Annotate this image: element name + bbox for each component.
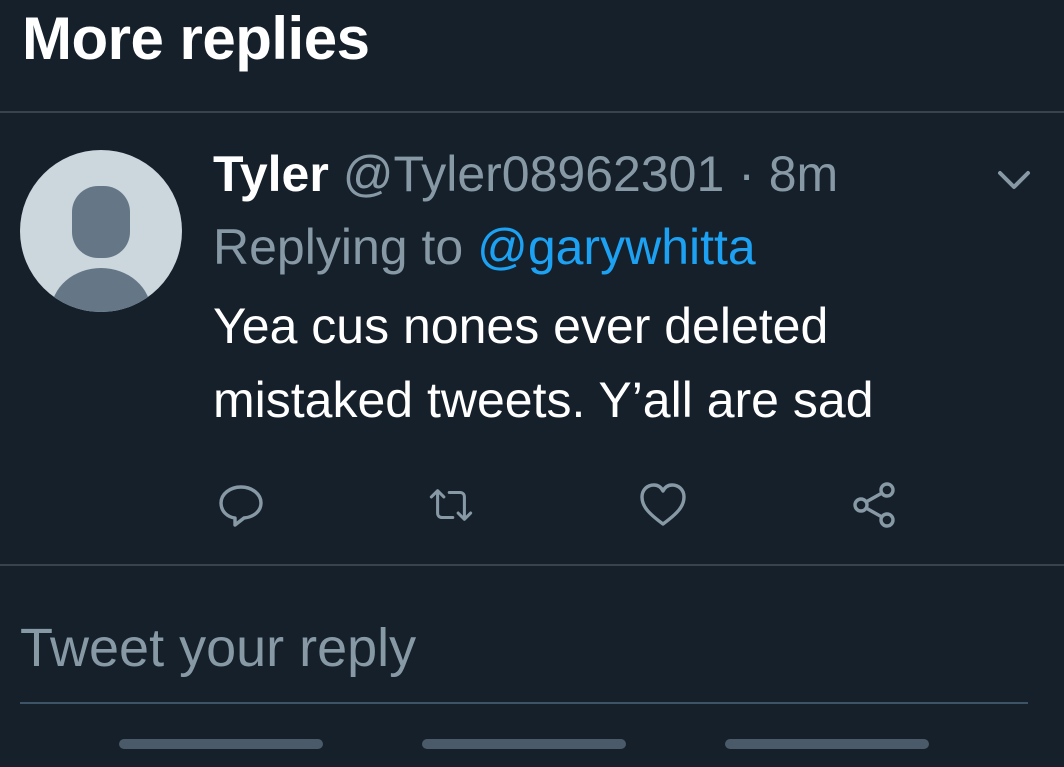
display-name[interactable]: Tyler (213, 146, 329, 202)
replying-to-line: Replying to @garywhitta (213, 209, 1013, 285)
retweet-button[interactable] (426, 480, 476, 530)
tweet-text-line: Yea cus nones ever deleted (213, 298, 829, 354)
user-handle[interactable]: @Tyler08962301 (343, 146, 725, 202)
screen: More replies Tyler @Tyler08962301 · 8m R… (0, 0, 1064, 767)
avatar[interactable] (20, 150, 182, 312)
share-button[interactable] (850, 480, 900, 530)
tweet-text: Yea cus nones ever deleted mistaked twee… (213, 289, 1013, 437)
retweet-icon (429, 489, 473, 521)
section-title: More replies (22, 5, 370, 72)
bottom-nav-indicator (725, 739, 929, 749)
reply-input[interactable]: Tweet your reply (20, 610, 1028, 700)
tweet-actions (0, 480, 1064, 530)
separator-dot: · (738, 146, 755, 202)
default-avatar-icon (51, 186, 151, 312)
bottom-nav-indicator (119, 739, 323, 749)
tweet-body: Tyler @Tyler08962301 · 8m Replying to @g… (213, 139, 1013, 437)
replying-prefix: Replying to (213, 219, 464, 275)
heart-icon (640, 483, 686, 526)
timestamp[interactable]: 8m (769, 146, 838, 202)
bottom-nav-indicator (422, 739, 626, 749)
reply-placeholder: Tweet your reply (20, 618, 417, 678)
more-options-button[interactable] (994, 165, 1034, 195)
tweet[interactable]: Tyler @Tyler08962301 · 8m Replying to @g… (0, 113, 1064, 564)
chevron-down-icon (998, 171, 1030, 189)
mention-link[interactable]: @garywhitta (477, 219, 756, 275)
share-icon (853, 482, 895, 528)
reply-icon (219, 485, 263, 527)
tweet-header: Tyler @Tyler08962301 · 8m (213, 139, 1013, 209)
tweet-divider (0, 564, 1064, 566)
reply-button[interactable] (216, 480, 266, 530)
tweet-text-line: mistaked tweets. Y’all are sad (213, 372, 874, 428)
reply-input-underline (20, 702, 1028, 704)
like-button[interactable] (638, 480, 688, 530)
